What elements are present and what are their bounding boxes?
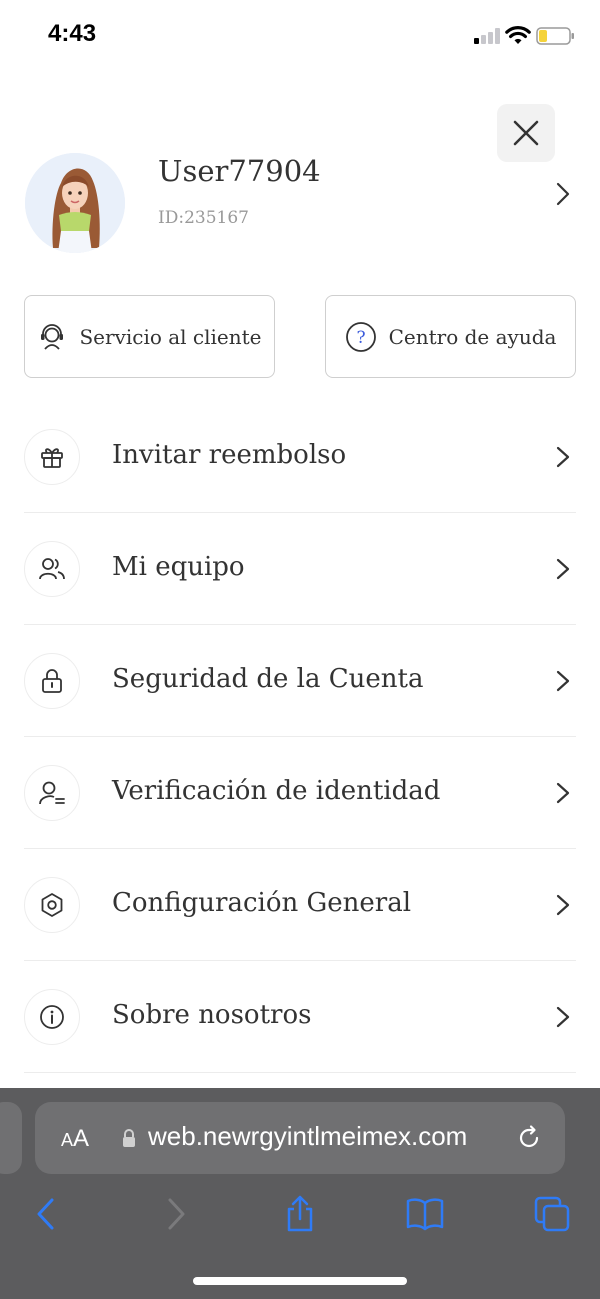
menu-item-label: Seguridad de la Cuenta <box>112 664 424 694</box>
username: User77904 <box>158 154 321 188</box>
home-indicator[interactable] <box>193 1277 407 1285</box>
book-icon <box>406 1198 444 1231</box>
profile-chevron-right-icon[interactable] <box>553 180 573 208</box>
share-button[interactable] <box>280 1194 320 1234</box>
browser-toolbar: AA web.newrgyintlmeimex.com <box>0 1088 600 1299</box>
menu-item-about-us[interactable]: Sobre nosotros <box>24 961 576 1073</box>
help-center-button[interactable]: ? Centro de ayuda <box>325 295 576 378</box>
chevron-right-icon <box>556 1006 570 1028</box>
menu-item-label: Invitar reembolso <box>112 440 347 470</box>
chevron-right-icon <box>556 558 570 580</box>
chevron-right-icon <box>556 782 570 804</box>
headset-icon <box>41 323 64 350</box>
user-verify-icon <box>24 765 80 821</box>
avatar[interactable] <box>25 153 125 253</box>
gift-icon <box>24 429 80 485</box>
tabs-icon <box>534 1196 570 1232</box>
question-circle-icon: ? <box>345 321 376 352</box>
menu-item-identity-verification[interactable]: Verificación de identidad <box>24 737 576 849</box>
menu-item-my-team[interactable]: Mi equipo <box>24 513 576 625</box>
forward-arrow-icon <box>168 1198 185 1230</box>
forward-button[interactable] <box>156 1194 196 1234</box>
settings-icon <box>24 877 80 933</box>
customer-service-button[interactable]: Servicio al cliente <box>24 295 275 378</box>
tabs-button[interactable] <box>532 1194 572 1234</box>
help-center-label: Centro de ayuda <box>388 324 557 349</box>
bookmarks-button[interactable] <box>405 1194 445 1234</box>
previous-tab-peek[interactable] <box>0 1102 22 1174</box>
user-id: ID:235167 <box>158 208 249 228</box>
menu-item-label: Sobre nosotros <box>112 1000 312 1030</box>
reader-text-size-button[interactable]: AA <box>61 1125 89 1153</box>
share-icon <box>287 1195 313 1232</box>
address-bar[interactable]: AA web.newrgyintlmeimex.com <box>35 1102 565 1174</box>
team-icon <box>24 541 80 597</box>
chevron-right-icon <box>556 446 570 468</box>
menu-item-label: Mi equipo <box>112 552 245 582</box>
menu-item-label: Configuración General <box>112 888 412 918</box>
lock-icon <box>123 1129 135 1147</box>
battery-icon <box>536 27 574 45</box>
back-arrow-icon <box>37 1198 54 1230</box>
cellular-signal-icon <box>474 28 500 44</box>
menu-item-label: Verificación de identidad <box>112 776 441 806</box>
url-text: web.newrgyintlmeimex.com <box>148 1121 468 1151</box>
info-icon <box>24 989 80 1045</box>
avatar-illustration <box>25 153 125 253</box>
menu-list: Invitar reembolso Mi equipo Seguridad de… <box>24 401 576 1073</box>
menu-item-invite-refund[interactable]: Invitar reembolso <box>24 401 576 513</box>
close-button[interactable] <box>497 104 555 162</box>
svg-text:?: ? <box>356 328 365 348</box>
back-button[interactable] <box>26 1194 66 1234</box>
status-time: 4:43 <box>48 20 97 47</box>
close-icon <box>513 120 539 146</box>
chevron-right-icon <box>556 894 570 916</box>
reload-icon[interactable] <box>515 1124 543 1152</box>
lock-icon <box>24 653 80 709</box>
customer-service-label: Servicio al cliente <box>79 324 262 349</box>
menu-item-account-security[interactable]: Seguridad de la Cuenta <box>24 625 576 737</box>
menu-item-general-settings[interactable]: Configuración General <box>24 849 576 961</box>
wifi-icon <box>505 26 531 44</box>
status-bar: 4:43 <box>0 0 600 70</box>
chevron-right-icon <box>556 670 570 692</box>
